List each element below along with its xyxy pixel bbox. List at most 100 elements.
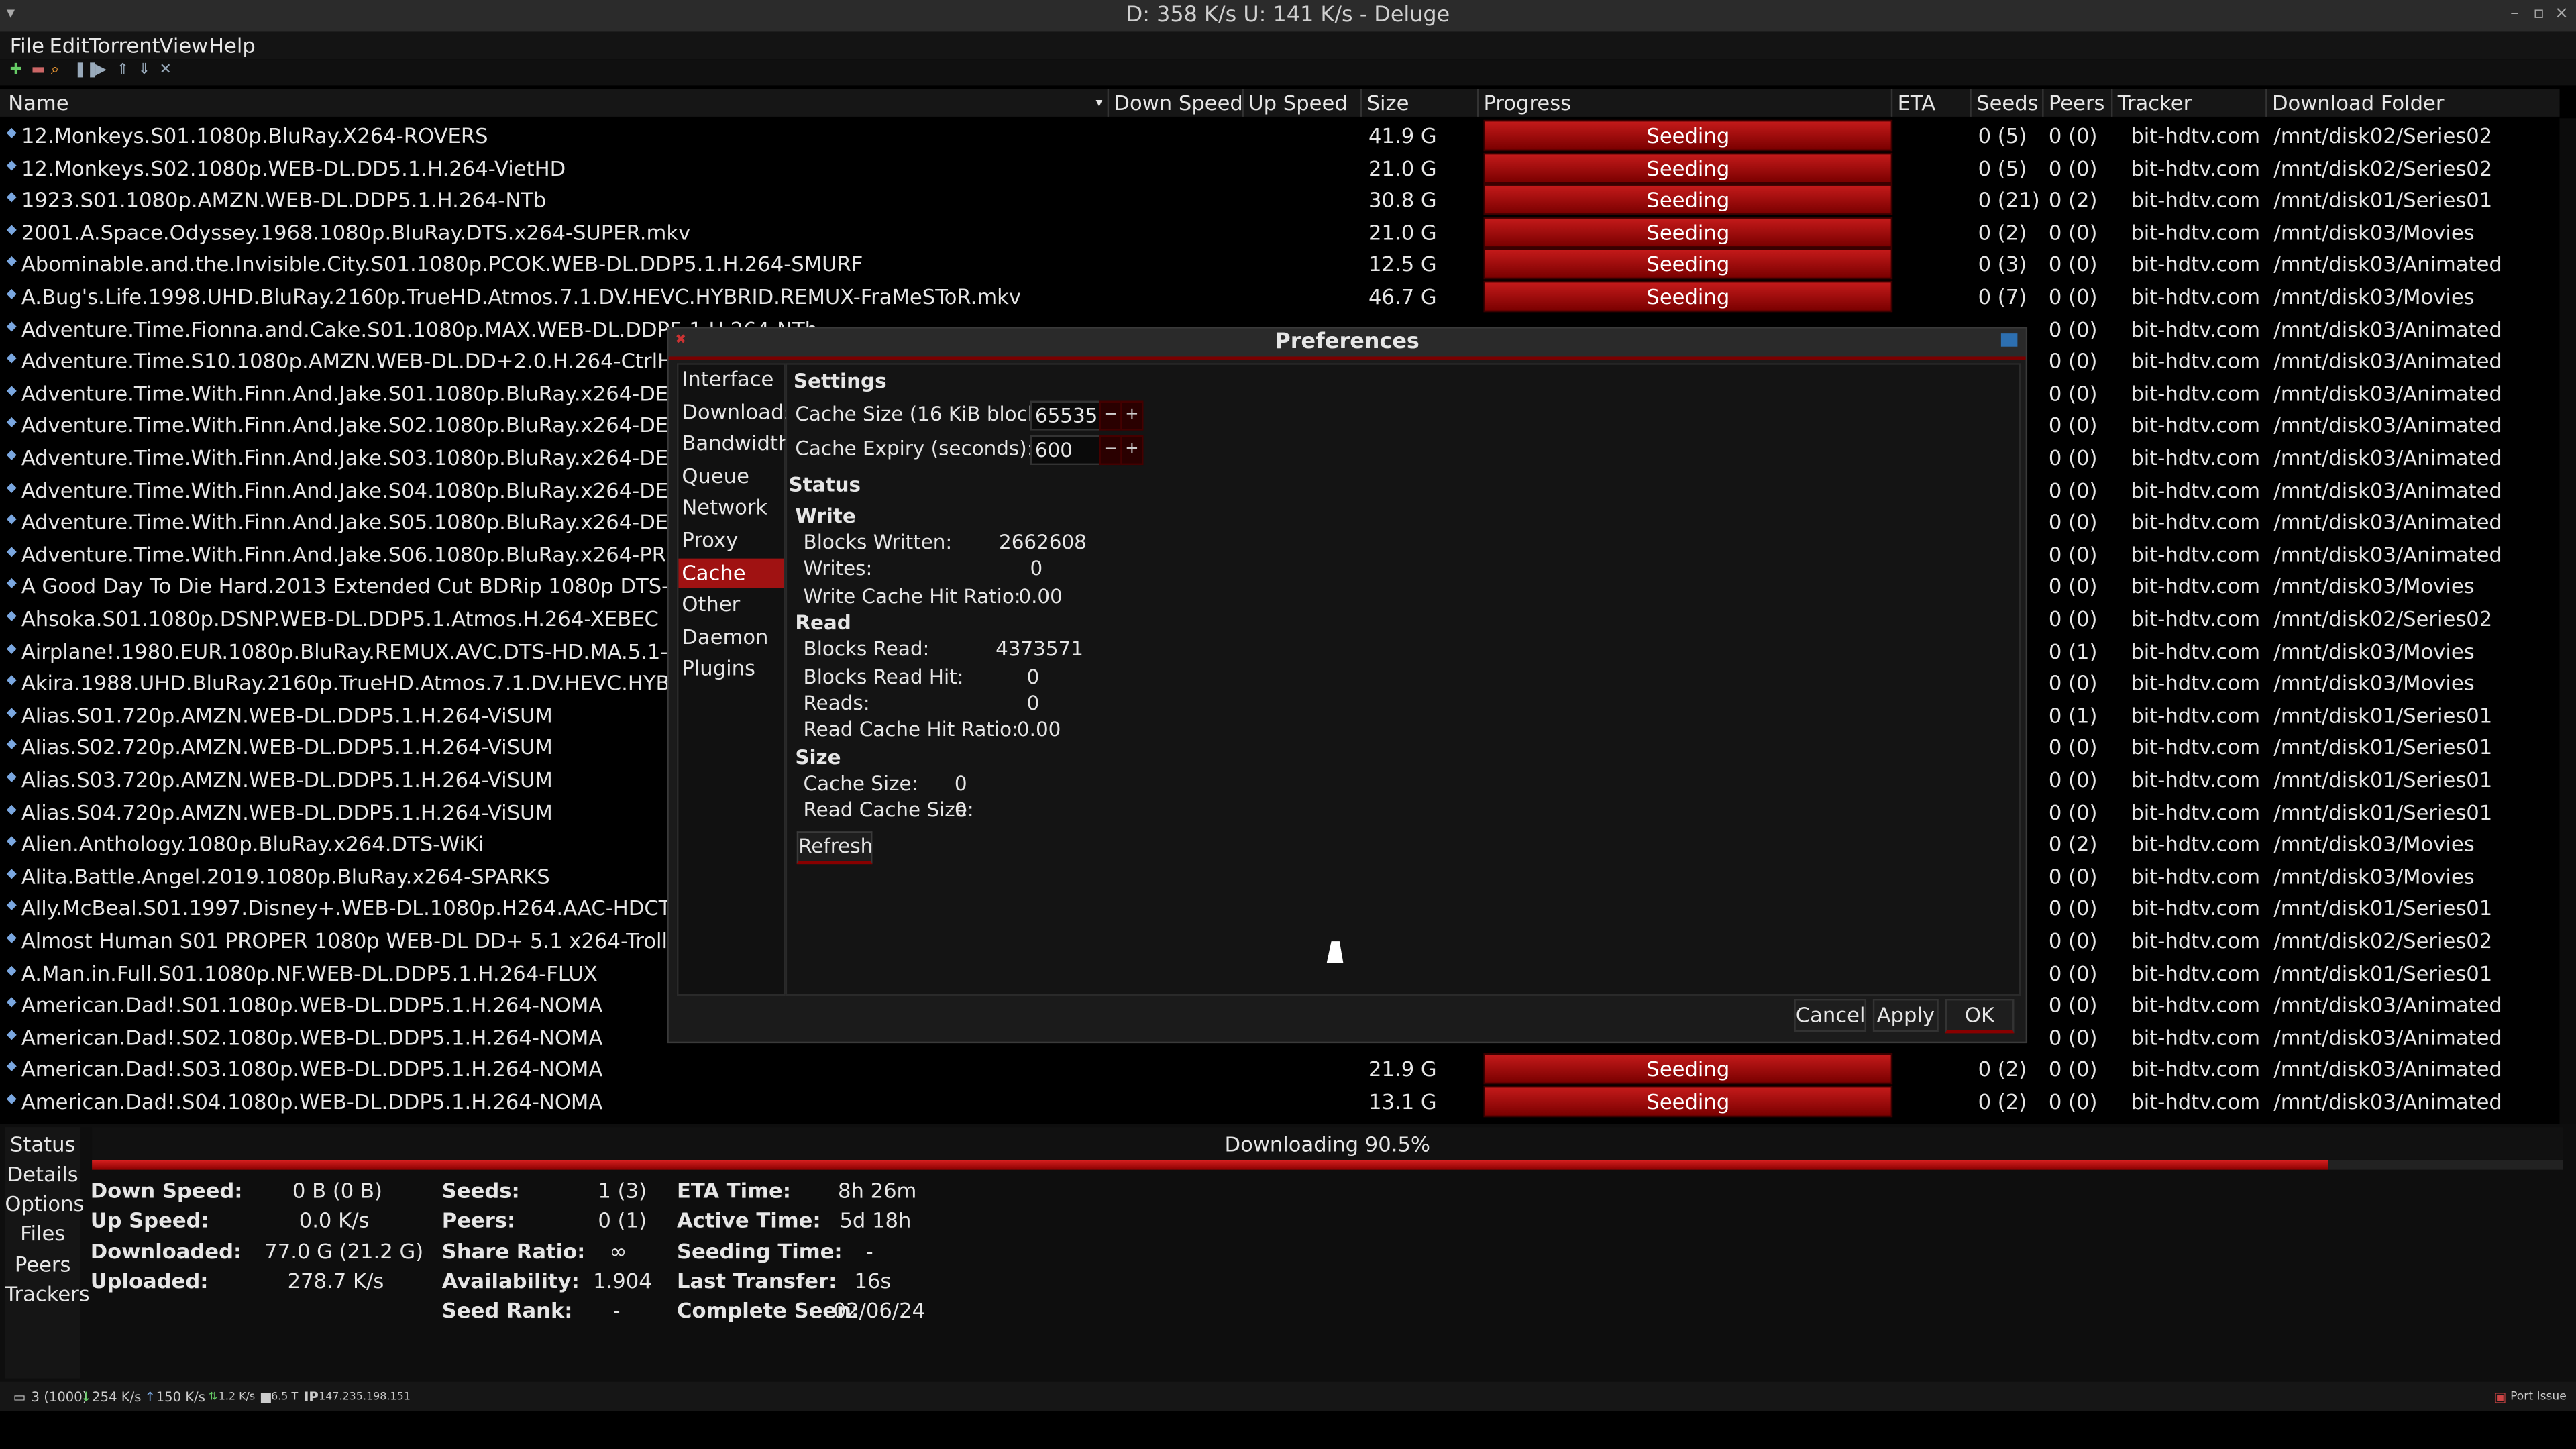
torrent-tracker: bit-hdtv.com [2131, 960, 2261, 985]
torrent-status: Seeding [1646, 284, 1730, 309]
column-tracker[interactable]: Tracker [2118, 91, 2192, 115]
column-eta[interactable]: ETA [1898, 91, 1936, 115]
table-row[interactable]: ◆ American.Dad!.S04.1080p.WEB-DL.DDP5.1.H… [0, 1084, 2560, 1118]
table-row[interactable]: ◆ 12.Monkeys.S02.1080p.WEB-DL.DD5.1.H.264… [0, 150, 2560, 184]
tab-peers[interactable]: Peers [5, 1252, 80, 1277]
refresh-button[interactable]: Refresh [796, 831, 873, 865]
torrent-name: Adventure.Time.With.Finn.And.Jake.S02.10… [21, 413, 721, 438]
apply-button[interactable]: Apply [1872, 998, 1939, 1032]
table-row[interactable]: ◆ 12.Monkeys.S01.1080p.BluRay.X264-ROVERS… [0, 118, 2560, 152]
menu-help[interactable]: Help [209, 33, 256, 58]
tab-options[interactable]: Options [5, 1191, 84, 1216]
toolbar: ✚ ▬ ⌕ ❚❚ ▶ ⇑ ⇓ ✕ [0, 59, 2576, 86]
writes-label: Writes: [803, 557, 873, 580]
category-bandwidth[interactable]: Bandwidth [678, 429, 791, 459]
download-speed[interactable]: 254 K/s [92, 1390, 141, 1405]
torrent-download-folder: /mnt/disk02/Series02 [2273, 155, 2493, 180]
category-downloads[interactable]: Downloads [678, 397, 794, 427]
category-cache[interactable]: Cache [678, 557, 784, 588]
torrent-download-folder: /mnt/disk01/Series01 [2273, 187, 2493, 213]
torrent-list-scrollbar[interactable] [2559, 118, 2576, 1124]
table-row[interactable]: ◆ 2001.A.Space.Odyssey.1968.1080p.BluRay.… [0, 215, 2560, 248]
torrent-peers: 0 (0) [2048, 380, 2098, 406]
cache-size-decrement-button[interactable]: − [1099, 400, 1122, 431]
menu-edit[interactable]: Edit [49, 33, 89, 58]
cache-size-increment-button[interactable]: + [1120, 400, 1144, 431]
torrent-peers: 0 (2) [2048, 831, 2098, 857]
torrent-name: Adventure.Time.With.Finn.And.Jake.S04.10… [21, 477, 721, 502]
category-network[interactable]: Network [678, 494, 784, 523]
column-seeds[interactable]: Seeds [1976, 91, 2038, 115]
minimize-icon[interactable]: – [2510, 5, 2518, 23]
torrent-peers: 0 (0) [2048, 316, 2098, 341]
table-row[interactable]: ◆ A.Bug's.Life.1998.UHD.BluRay.2160p.True… [0, 279, 2560, 313]
resume-icon[interactable]: ▶ [95, 62, 107, 78]
torrent-state-icon: ◆ [6, 737, 17, 752]
category-plugins[interactable]: Plugins [678, 655, 784, 684]
cancel-button[interactable]: Cancel [1794, 998, 1867, 1032]
torrent-download-folder: /mnt/disk03/Movies [2273, 219, 2475, 245]
table-row[interactable]: ◆ 1923.S01.1080p.AMZN.WEB-DL.DDP5.1.H.264… [0, 182, 2560, 216]
remove-icon[interactable]: ▬ [32, 62, 46, 78]
menu-view[interactable]: View [160, 33, 209, 58]
torrent-tracker: bit-hdtv.com [2131, 1057, 2261, 1082]
menu-file[interactable]: File [10, 33, 44, 58]
cache-expiry-decrement-button[interactable]: − [1099, 435, 1122, 466]
move-down-icon[interactable]: ⇓ [138, 62, 150, 78]
cache-size-input[interactable]: 65535 [1030, 400, 1106, 431]
torrent-download-folder: /mnt/disk03/Animated [2273, 541, 2502, 567]
column-download-folder[interactable]: Download Folder [2272, 91, 2445, 115]
column-down-speed[interactable]: Down Speed [1114, 91, 1242, 115]
category-queue[interactable]: Queue [678, 462, 784, 491]
torrent-download-folder: /mnt/disk03/Movies [2273, 863, 2475, 889]
tab-details[interactable]: Details [5, 1161, 80, 1186]
torrent-name: Adventure.Time.With.Finn.And.Jake.S01.10… [21, 380, 721, 406]
dialog-maximize-icon[interactable] [2000, 333, 2018, 347]
move-up-icon[interactable]: ⇑ [117, 62, 129, 78]
ok-button[interactable]: OK [1945, 998, 2015, 1034]
column-up-speed[interactable]: Up Speed [1248, 91, 1348, 115]
connections-count[interactable]: 3 (1000) [32, 1390, 88, 1405]
column-peers[interactable]: Peers [2049, 91, 2105, 115]
cache-expiry-input[interactable]: 600 [1030, 435, 1106, 466]
preferences-icon[interactable]: ✕ [160, 62, 172, 78]
torrent-peers: 0 (0) [2048, 123, 2098, 148]
table-row[interactable]: ◆ Abominable.and.the.Invisible.City.S01.1… [0, 247, 2560, 280]
maximize-icon[interactable]: ▫ [2533, 5, 2544, 23]
category-proxy[interactable]: Proxy [678, 526, 784, 555]
column-name[interactable]: Name [8, 91, 68, 115]
column-size[interactable]: Size [1367, 91, 1409, 115]
close-icon[interactable]: × [2555, 5, 2569, 23]
port-issue[interactable]: Port Issue [2510, 1390, 2567, 1403]
dialog-close-icon[interactable]: ✖ [676, 332, 686, 347]
torrent-download-folder: /mnt/disk01/Series01 [2273, 960, 2493, 985]
tab-files[interactable]: Files [5, 1221, 80, 1246]
sort-down-icon: ▾ [1095, 95, 1103, 111]
torrent-download-folder: /mnt/disk01/Series01 [2273, 767, 2493, 792]
upload-speed[interactable]: 150 K/s [156, 1390, 205, 1405]
tab-trackers[interactable]: Trackers [5, 1281, 89, 1306]
torrent-size: 21.9 G [1368, 1057, 1437, 1082]
torrent-state-icon: ◆ [6, 994, 17, 1010]
preferences-category-list: Interface Downloads Bandwidth Queue Netw… [676, 363, 794, 996]
search-icon[interactable]: ⌕ [51, 62, 59, 78]
table-row[interactable]: ◆ American.Dad!.S03.1080p.WEB-DL.DDP5.1.H… [0, 1052, 2560, 1085]
menu-torrent[interactable]: Torrent [89, 33, 160, 58]
category-interface[interactable]: Interface [678, 365, 784, 394]
torrent-state-icon: ◆ [6, 157, 17, 172]
add-icon[interactable]: ✚ [10, 62, 22, 78]
torrent-download-folder: /mnt/disk03/Animated [2273, 992, 2502, 1018]
size-heading: Size [795, 745, 841, 769]
torrent-download-folder: /mnt/disk03/Animated [2273, 509, 2502, 535]
torrent-download-folder: /mnt/disk01/Series01 [2273, 735, 2493, 760]
torrent-status: Seeding [1646, 155, 1730, 180]
read-cache-size-value: 0 [954, 798, 967, 822]
column-progress[interactable]: Progress [1483, 91, 1571, 115]
seeds-value: 1 (3) [598, 1177, 647, 1203]
torrent-state-icon: ◆ [6, 479, 17, 494]
torrent-download-folder: /mnt/disk03/Movies [2273, 284, 2475, 309]
cache-expiry-increment-button[interactable]: + [1120, 435, 1144, 466]
tab-status[interactable]: Status [5, 1132, 80, 1157]
category-daemon[interactable]: Daemon [678, 623, 784, 652]
category-other[interactable]: Other [678, 590, 784, 620]
